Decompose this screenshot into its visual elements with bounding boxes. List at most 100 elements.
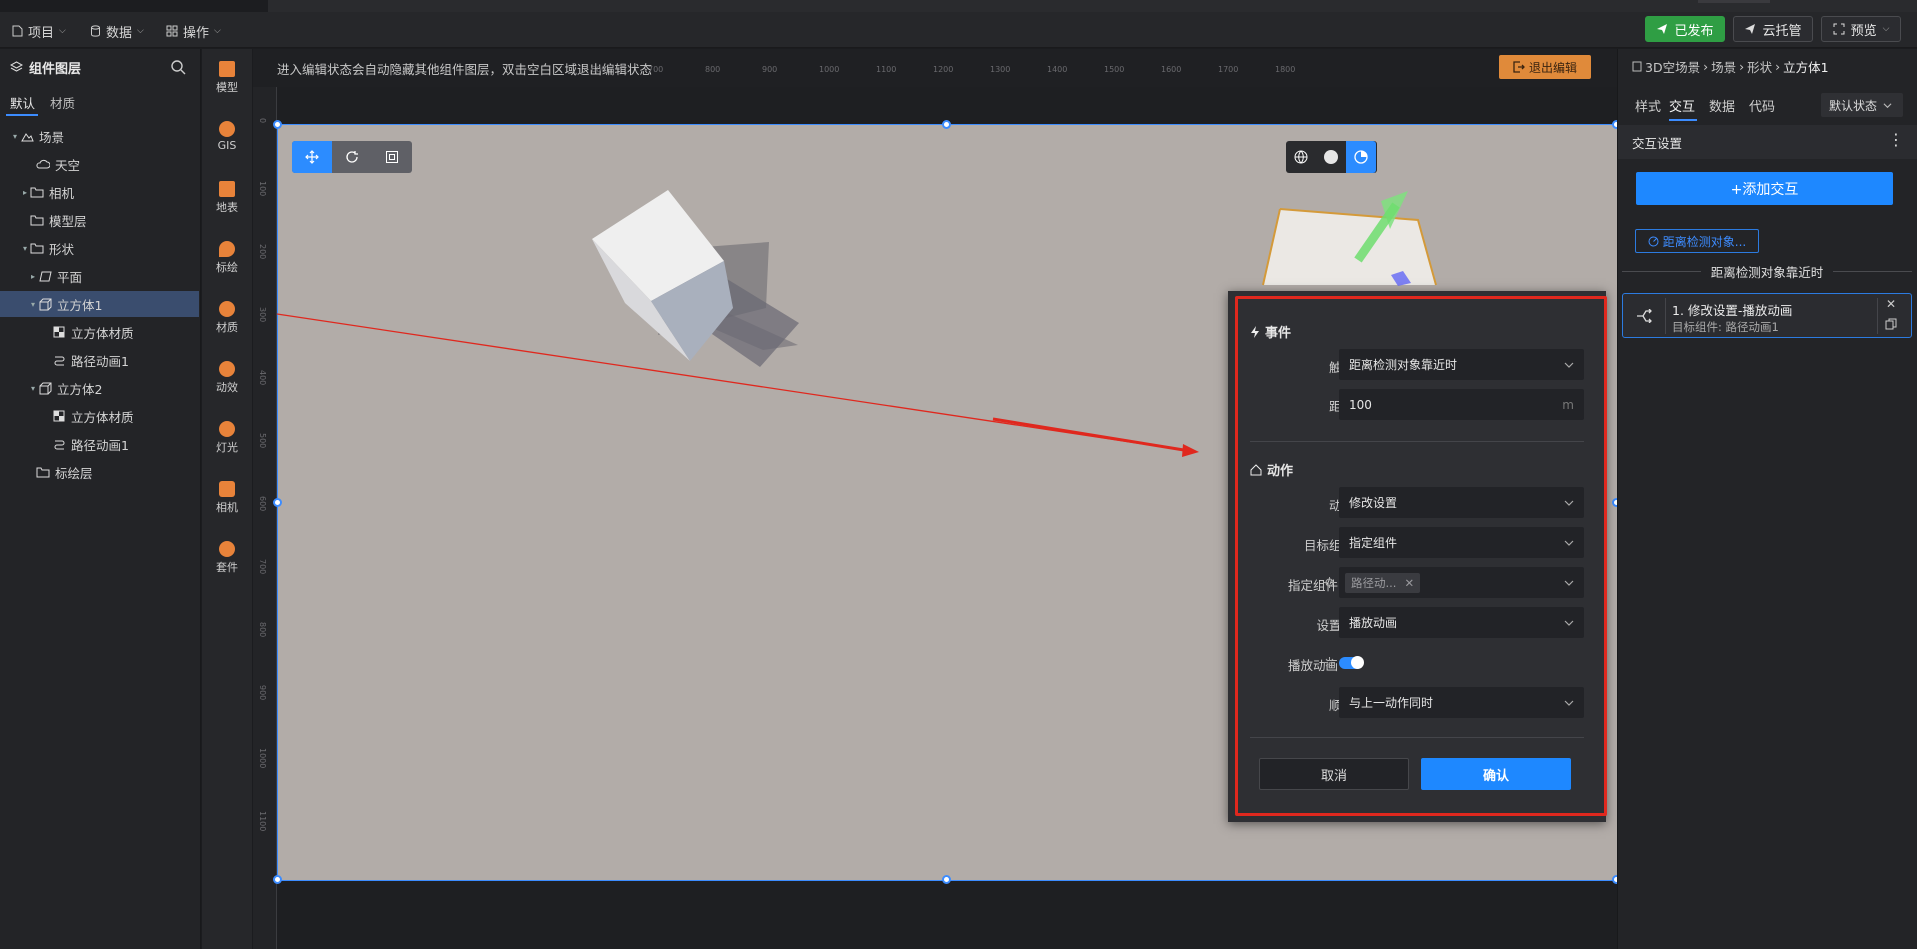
tool-model[interactable]: 模型 <box>202 61 252 95</box>
globe-icon <box>1294 150 1308 164</box>
tool-kit[interactable]: 套件 <box>202 541 252 575</box>
target-pick-icon[interactable] <box>1324 577 1335 588</box>
orbit-view-button[interactable] <box>1346 141 1376 173</box>
tree-item-sky[interactable]: 天空 <box>0 151 199 177</box>
component-toolbar: 模型 GIS 地表 标绘 材质 动效 灯光 相机 套件 <box>202 49 252 949</box>
globe-view-button[interactable] <box>1286 141 1316 173</box>
tool-effects[interactable]: 动效 <box>202 361 252 395</box>
tree-item-cube1[interactable]: ▾ 立方体1 <box>0 291 199 317</box>
tree-item-cube1-material[interactable]: 立方体材质 <box>0 319 199 345</box>
ruler-tick-label: 900 <box>762 65 778 74</box>
tool-terrain[interactable]: 地表 <box>202 181 252 215</box>
trigger-select[interactable]: 距离检测对象靠近时 <box>1339 349 1584 380</box>
tree-item-camera[interactable]: ▸ 相机 <box>0 179 199 205</box>
scene-icon <box>20 129 34 143</box>
order-select[interactable]: 与上一动作同时 <box>1339 687 1584 718</box>
order-value: 与上一动作同时 <box>1349 696 1434 710</box>
tree-label: 立方体1 <box>57 297 103 313</box>
tool-material[interactable]: 材质 <box>202 301 252 335</box>
tree-item-shapes[interactable]: ▾ 形状 <box>0 235 199 261</box>
tree-item-model-layer[interactable]: 模型层 <box>0 207 199 233</box>
chevron-down-icon <box>1564 500 1574 506</box>
tree-item-plane[interactable]: ▸ 平面 <box>0 263 199 289</box>
tree-item-scene[interactable]: ▾ 场景 <box>0 123 199 149</box>
setting-select[interactable]: 播放动画 <box>1339 607 1584 638</box>
breadcrumb-item[interactable]: 场景 <box>1711 57 1736 76</box>
tree-item-cube2[interactable]: ▾ 立方体2 <box>0 375 199 401</box>
tool-label: 相机 <box>216 501 238 514</box>
specify-select[interactable]: 路径动... ✕ <box>1339 567 1584 598</box>
tool-annotate[interactable]: 标绘 <box>202 241 252 275</box>
folder-icon <box>30 213 44 227</box>
tab-interaction[interactable]: 交互 <box>1669 96 1695 115</box>
menu-project[interactable]: 项目 ⌵ <box>12 21 66 41</box>
distance-trigger-chip[interactable]: 距离检测对象... <box>1635 229 1759 253</box>
cancel-label: 取消 <box>1320 768 1347 784</box>
layer-panel-title: 组件图层 <box>29 61 82 77</box>
resize-handle[interactable] <box>942 120 951 129</box>
flow-icon <box>1629 300 1659 332</box>
tab-material[interactable]: 材质 <box>50 93 75 112</box>
action-card[interactable]: 1. 修改设置-播放动画 目标组件: 路径动画1 ✕ <box>1622 293 1912 338</box>
cancel-button[interactable]: 取消 <box>1259 758 1409 790</box>
state-select[interactable]: 默认状态 <box>1821 93 1903 117</box>
more-icon[interactable]: ⋮ <box>1888 132 1904 148</box>
radar-icon <box>1648 236 1659 246</box>
tree-item-cube2-material[interactable]: 立方体材质 <box>0 403 199 429</box>
property-tabs: 样式 交互 数据 代码 默认状态 <box>1618 89 1917 123</box>
search-icon[interactable] <box>170 59 186 75</box>
tree-label: 路径动画1 <box>71 353 129 369</box>
rotate-tool[interactable] <box>332 141 372 173</box>
tool-camera[interactable]: 相机 <box>202 481 252 515</box>
scale-icon <box>386 151 398 163</box>
globe-icon <box>219 121 235 137</box>
tab-style[interactable]: 样式 <box>1635 96 1661 115</box>
menu-project-label: 项目 <box>28 25 55 41</box>
add-interaction-label: +添加交互 <box>1730 181 1799 198</box>
resize-handle[interactable] <box>273 498 282 507</box>
menu-ops[interactable]: 操作 ⌵ <box>166 21 221 41</box>
preview-button[interactable]: 预览 ⌵ <box>1821 16 1901 42</box>
menu-ops-label: 操作 <box>183 25 210 41</box>
distance-input[interactable]: 100 m <box>1339 389 1584 420</box>
ruler-tick-label: 1000 <box>258 748 267 769</box>
tool-light[interactable]: 灯光 <box>202 421 252 455</box>
scale-tool[interactable] <box>372 141 412 173</box>
tag-close-icon[interactable]: ✕ <box>1404 576 1414 590</box>
resize-handle[interactable] <box>273 875 282 884</box>
tree-item-cube2-path-anim[interactable]: 路径动画1 <box>0 431 199 457</box>
resize-handle[interactable] <box>273 120 282 129</box>
tab-data[interactable]: 数据 <box>1709 96 1735 115</box>
chevron-down-icon <box>1564 540 1574 546</box>
model-icon <box>219 61 235 77</box>
ruler-tick-label: 1300 <box>990 65 1011 74</box>
play-anim-toggle[interactable] <box>1339 656 1364 669</box>
menu-data[interactable]: 数据 ⌵ <box>90 21 144 41</box>
database-icon <box>91 25 100 37</box>
copy-icon[interactable] <box>1885 318 1897 330</box>
target-select[interactable]: 指定组件 <box>1339 527 1584 558</box>
add-interaction-button[interactable]: +添加交互 <box>1636 172 1893 205</box>
close-icon[interactable]: ✕ <box>1886 297 1896 311</box>
tab-default[interactable]: 默认 <box>10 93 35 112</box>
plane-icon <box>38 269 52 283</box>
ruler-tick-label: 400 <box>258 370 267 386</box>
action-select[interactable]: 修改设置 <box>1339 487 1584 518</box>
tree-item-annotation-layer[interactable]: 标绘层 <box>0 459 199 485</box>
breadcrumb-item[interactable]: 形状 <box>1747 57 1772 76</box>
publish-button[interactable]: 已发布 <box>1645 16 1725 42</box>
move-tool[interactable] <box>292 141 332 173</box>
tree-label: 立方体材质 <box>71 409 134 425</box>
exit-edit-button[interactable]: 退出编辑 <box>1499 55 1591 79</box>
material-ball-icon <box>219 301 235 317</box>
tool-gis[interactable]: GIS <box>202 121 252 152</box>
tab-code[interactable]: 代码 <box>1749 96 1775 115</box>
breadcrumb-item[interactable]: 3D空场景 <box>1645 57 1700 76</box>
confirm-button[interactable]: 确认 <box>1421 758 1571 790</box>
cloud-host-button[interactable]: 云托管 <box>1733 16 1813 42</box>
solid-view-button[interactable] <box>1316 141 1346 173</box>
tree-item-cube1-path-anim[interactable]: 路径动画1 <box>0 347 199 373</box>
terrain-icon <box>219 181 235 197</box>
resize-handle[interactable] <box>942 875 951 884</box>
ruler-left: 0 100 200 300 400 500 600 700 800 900 1000 1100 <box>253 87 277 949</box>
